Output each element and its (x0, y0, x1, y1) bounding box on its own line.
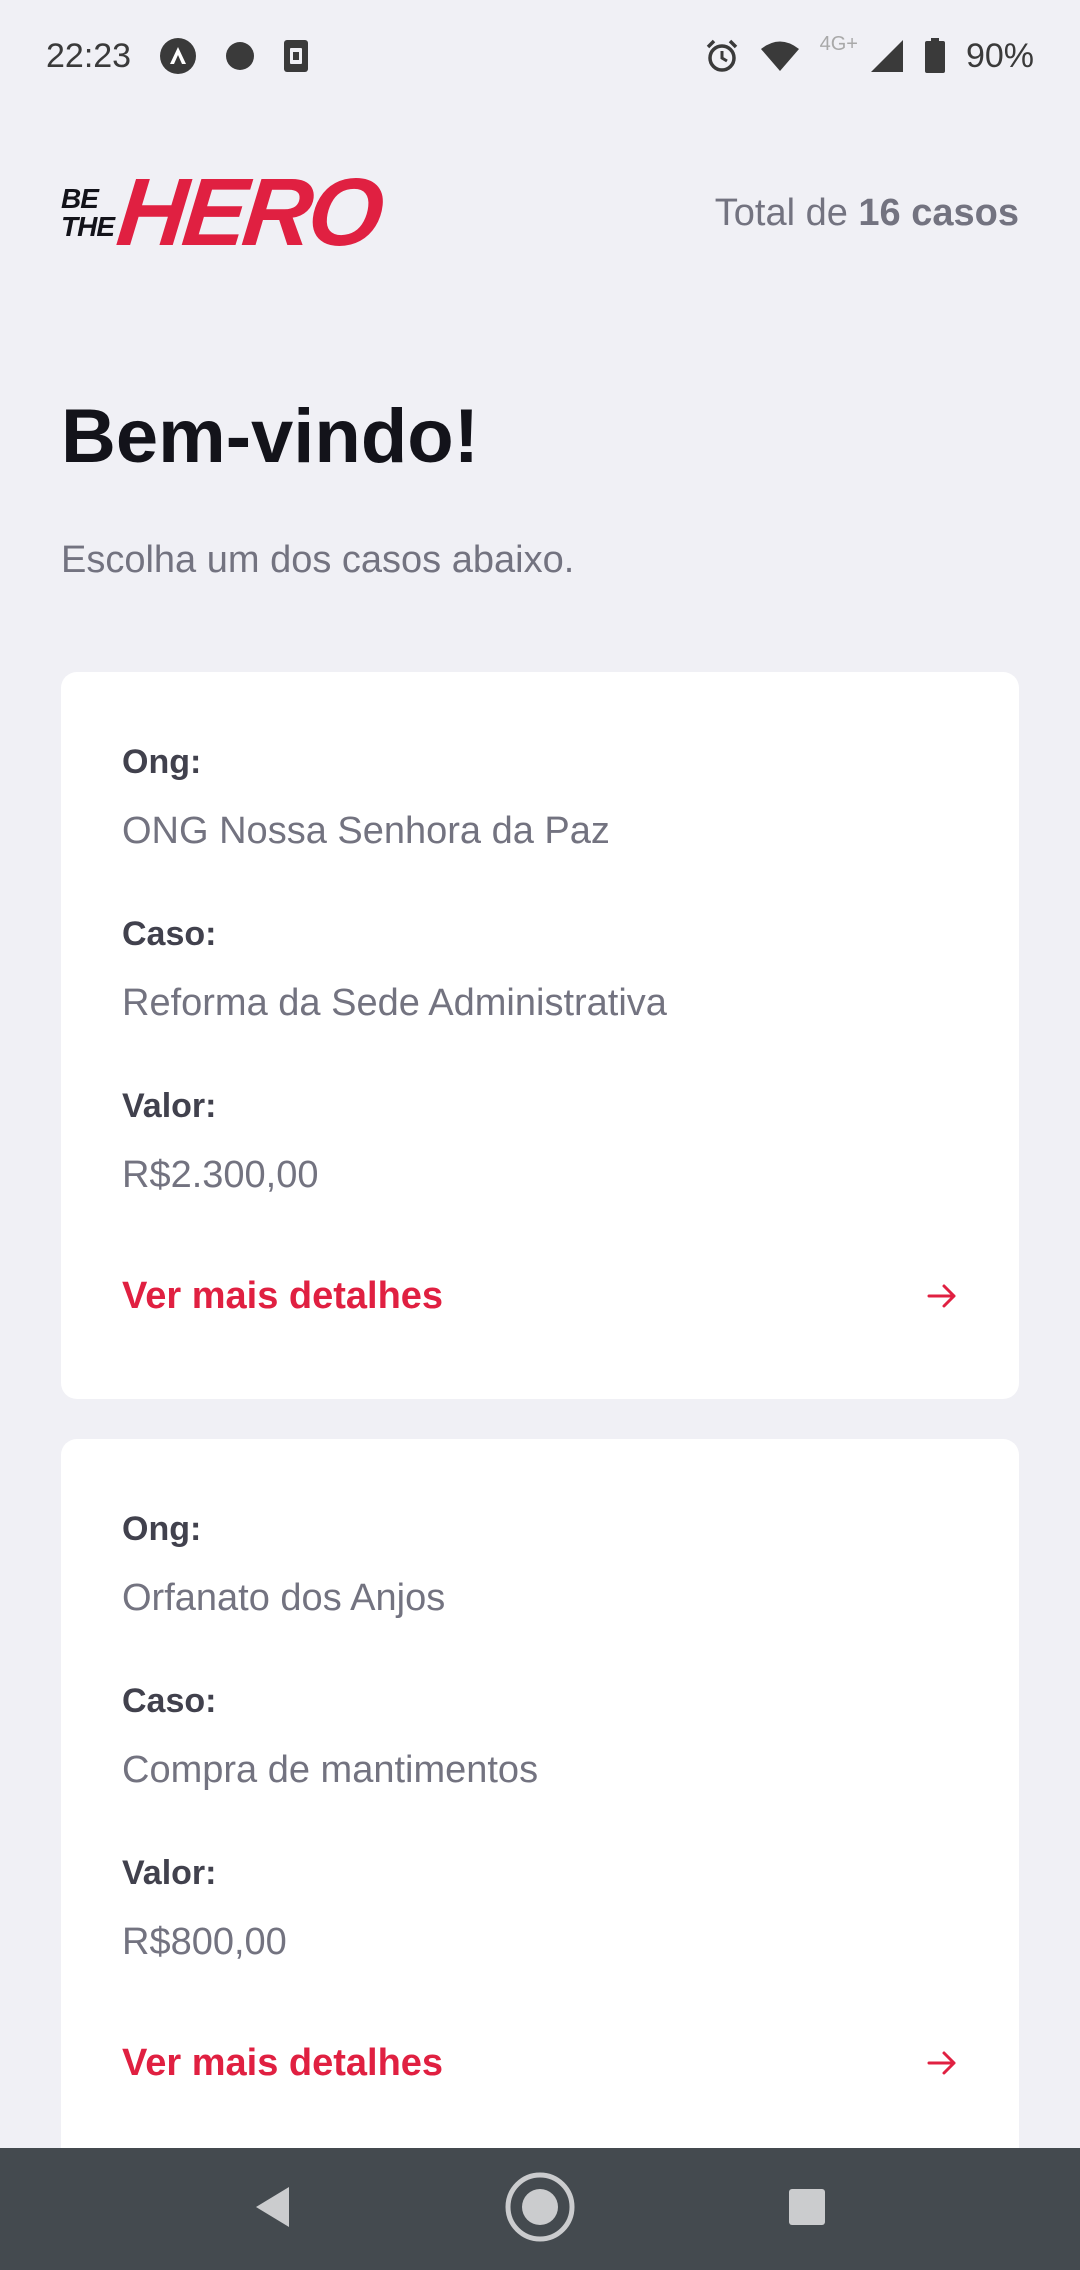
case-label: Caso: (122, 1682, 217, 1720)
app-notification-icon (159, 37, 197, 75)
ong-value: Orfanato dos Anjos (122, 1577, 446, 1619)
details-label: Ver mais detalhes (122, 1274, 444, 1317)
details-button[interactable]: Ver mais detalhes (122, 1266, 958, 1326)
sim-card-icon (283, 39, 309, 73)
header: BE THE HERO Total de 16 casos (61, 159, 1019, 266)
system-nav-bar (0, 2148, 1080, 2270)
case-field: Caso: Compra de mantimentos (122, 1679, 958, 1795)
arrow-right-icon (926, 2047, 958, 2079)
ong-value: ONG Nossa Senhora da Paz (122, 810, 610, 852)
network-type-label: 4G+ (819, 32, 858, 55)
status-left: 22:23 (46, 37, 309, 76)
value-field: Valor: R$2.300,00 (122, 1084, 958, 1200)
value-amount: R$2.300,00 (122, 1154, 319, 1196)
value-label: Valor: (122, 1087, 217, 1125)
home-icon (504, 2171, 576, 2248)
ong-field: Ong: ONG Nossa Senhora da Paz (122, 740, 958, 856)
arrow-right-icon (926, 1280, 958, 1312)
ong-label: Ong: (122, 1510, 202, 1548)
ong-field: Ong: Orfanato dos Anjos (122, 1507, 958, 1623)
details-label: Ver mais detalhes (122, 2041, 444, 2084)
be-the-hero-logo: BE THE HERO (61, 159, 385, 266)
back-icon (253, 2185, 293, 2234)
case-value: Compra de mantimentos (122, 1749, 539, 1791)
logo-the: THE (61, 211, 115, 242)
page-subtitle: Escolha um dos casos abaixo. (61, 539, 575, 581)
alarm-icon (704, 38, 740, 74)
logo-small-text: BE THE (61, 183, 115, 242)
status-time: 22:23 (46, 36, 132, 75)
battery-percentage: 90% (965, 36, 1034, 75)
details-button[interactable]: Ver mais detalhes (122, 2033, 958, 2093)
signal-icon (870, 39, 904, 73)
total-count: 16 casos (858, 191, 1019, 234)
value-amount: R$800,00 (122, 1921, 287, 1963)
incident-card: Ong: Orfanato dos Anjos Caso: Compra de … (61, 1439, 1019, 2166)
recents-icon (787, 2187, 827, 2232)
ong-label: Ong: (122, 743, 202, 781)
status-bar: 22:23 4G+ 90% (0, 0, 1080, 112)
total-prefix: Total de (714, 191, 859, 234)
wifi-icon (760, 40, 800, 72)
value-label: Valor: (122, 1854, 217, 1892)
incident-list[interactable]: Ong: ONG Nossa Senhora da Paz Caso: Refo… (61, 672, 1019, 2206)
case-field: Caso: Reforma da Sede Administrativa (122, 912, 958, 1028)
recents-button[interactable] (762, 2164, 852, 2254)
case-label: Caso: (122, 915, 217, 953)
incident-card: Ong: ONG Nossa Senhora da Paz Caso: Refo… (61, 672, 1019, 1399)
case-value: Reforma da Sede Administrativa (122, 982, 667, 1024)
home-button[interactable] (495, 2164, 585, 2254)
dot-notification-icon (225, 41, 255, 71)
total-cases: Total de 16 casos (715, 192, 1019, 235)
logo-be: BE (61, 183, 99, 214)
value-field: Valor: R$800,00 (122, 1851, 958, 1967)
back-button[interactable] (228, 2164, 318, 2254)
page-title: Bem-vindo! (61, 394, 479, 479)
logo-hero: HERO (112, 159, 386, 266)
battery-icon (924, 38, 946, 74)
status-right: 4G+ 90% (704, 33, 1034, 76)
